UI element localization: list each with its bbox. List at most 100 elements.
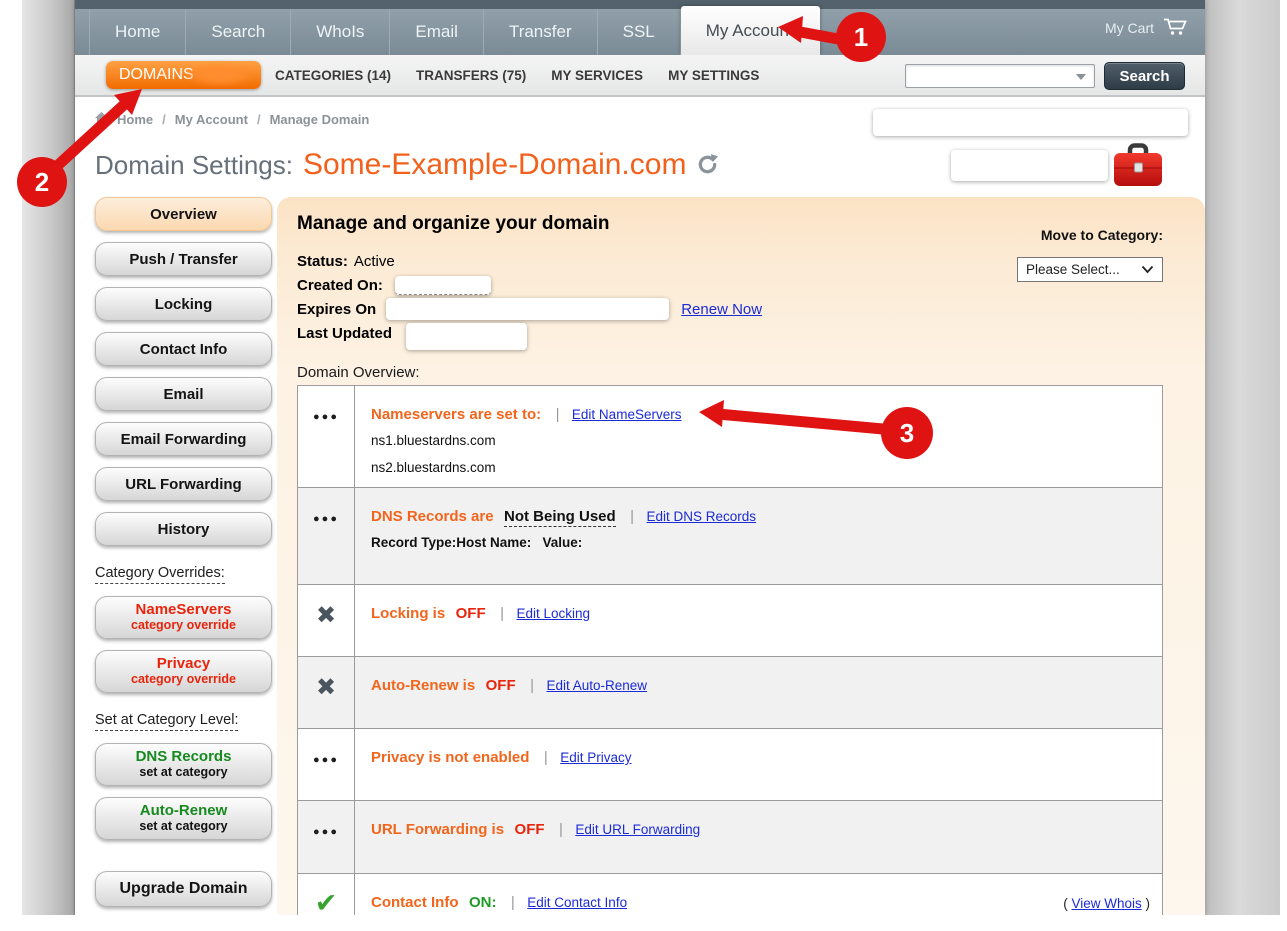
updated-label: Last Updated xyxy=(297,325,392,342)
sidebar-item-overview[interactable]: Overview xyxy=(95,197,272,231)
sub-nav-item-my-services[interactable]: MY SERVICES xyxy=(551,68,643,83)
nav-tab-ssl[interactable]: SSL xyxy=(598,9,681,55)
my-cart-button[interactable]: My Cart xyxy=(1105,17,1189,39)
redaction-box xyxy=(395,276,491,295)
renew-now-link[interactable]: Renew Now xyxy=(681,301,762,318)
category-select[interactable]: Please Select... xyxy=(1017,257,1163,282)
separator: | xyxy=(544,749,548,766)
breadcrumb-manage-domain[interactable]: Manage Domain xyxy=(270,112,370,127)
separator: | xyxy=(530,677,534,694)
pending-dots-icon: ●●● xyxy=(313,754,339,800)
overview-row: ●●● Privacy is not enabled | Edit Privac… xyxy=(298,729,1162,801)
breadcrumb: Home/My Account/Manage Domain xyxy=(95,112,369,127)
edit-dns-records-link[interactable]: Edit DNS Records xyxy=(647,509,757,524)
breadcrumb-my-account[interactable]: My Account xyxy=(175,112,248,127)
status-line: Status: Active xyxy=(297,249,762,273)
row-status: ON: xyxy=(469,894,497,911)
category-select-value: Please Select... xyxy=(1026,262,1120,277)
redaction-box xyxy=(951,150,1108,181)
page: HomeSearchWhoIsEmailTransferSSLMy Accoun… xyxy=(0,0,1287,931)
sidebar-item-locking[interactable]: Locking xyxy=(95,287,272,321)
off-x-icon: ✖ xyxy=(316,673,336,728)
sidebar-item-history[interactable]: History xyxy=(95,512,272,546)
status-label: Status: xyxy=(297,253,348,270)
category-title: Auto-Renew xyxy=(140,803,228,820)
row-content-cell: Privacy is not enabled | Edit Privacy xyxy=(355,729,1162,800)
sidebar-item-dns-records[interactable]: DNS Recordsset at category xyxy=(95,743,272,786)
chevron-down-icon xyxy=(1076,74,1086,80)
sidebar-item-nameservers[interactable]: NameServerscategory override xyxy=(95,596,272,639)
row-status: Not Being Used xyxy=(504,508,616,527)
breadcrumb-separator: / xyxy=(257,112,261,127)
move-to-category-label: Move to Category: xyxy=(1041,227,1163,243)
separator: | xyxy=(556,406,560,423)
sub-nav-item-domains-active[interactable]: DOMAINS xyxy=(106,61,261,89)
edit-contact-info-link[interactable]: Edit Contact Info xyxy=(527,895,627,910)
row-status: OFF xyxy=(515,821,545,838)
nav-tab-search[interactable]: Search xyxy=(186,9,291,55)
view-whois-link[interactable]: View Whois xyxy=(1071,896,1141,911)
home-icon xyxy=(95,112,108,127)
nameserver-line: ns1.bluestardns.com xyxy=(371,431,1148,451)
domain-overview-label: Domain Overview: xyxy=(297,364,420,381)
category-subtitle: set at category xyxy=(139,766,227,780)
toolbox-icon[interactable] xyxy=(1112,142,1164,194)
overview-row: ●●● URL Forwarding is OFF | Edit URL For… xyxy=(298,801,1162,874)
sub-nav-item-my-settings[interactable]: MY SETTINGS xyxy=(668,68,759,83)
chevron-down-icon xyxy=(1141,265,1154,274)
search-button[interactable]: Search xyxy=(1104,62,1185,90)
overview-row: ✖ Locking is OFF | Edit Locking xyxy=(298,585,1162,657)
pending-dots-icon: ●●● xyxy=(313,513,339,584)
domain-overview-table: ●●● Nameservers are set to: | Edit NameS… xyxy=(297,385,1163,915)
status-block: Status: Active Created On: Expires On Re… xyxy=(297,249,762,345)
nav-tab-transfer[interactable]: Transfer xyxy=(484,9,598,55)
domain-search-combobox[interactable] xyxy=(905,64,1095,88)
overview-row: ✔ Contact Info ON: | Edit Contact Info (… xyxy=(298,874,1162,915)
edit-url-forwarding-link[interactable]: Edit URL Forwarding xyxy=(575,822,700,837)
sub-nav-items: DOMAINS CATEGORIES (14) TRANSFERS (75) MY S… xyxy=(106,55,759,95)
upgrade-domain-button[interactable]: Upgrade Domain xyxy=(95,871,272,907)
bottom-gutter xyxy=(0,915,1287,931)
sidebar-item-privacy[interactable]: Privacycategory override xyxy=(95,650,272,693)
sidebar-item-push-transfer[interactable]: Push / Transfer xyxy=(95,242,272,276)
sub-nav-item-categories-14[interactable]: CATEGORIES (14) xyxy=(275,68,391,83)
nameserver-line: ns2.bluestardns.com xyxy=(371,458,1148,478)
refresh-icon[interactable] xyxy=(696,153,719,181)
edit-nameservers-link[interactable]: Edit NameServers xyxy=(572,407,682,422)
nav-tab-email[interactable]: Email xyxy=(390,9,484,55)
row-content-cell: Auto-Renew is OFF | Edit Auto-Renew xyxy=(355,657,1162,728)
edit-locking-link[interactable]: Edit Locking xyxy=(516,606,590,621)
row-title: Privacy is not enabled xyxy=(371,749,529,766)
nav-tab-home[interactable]: Home xyxy=(89,9,186,55)
row-title: Auto-Renew is xyxy=(371,677,475,694)
sub-nav-item-transfers-75[interactable]: TRANSFERS (75) xyxy=(416,68,526,83)
top-navbar: HomeSearchWhoIsEmailTransferSSLMy Accoun… xyxy=(75,0,1205,55)
sidebar-item-email-forwarding[interactable]: Email Forwarding xyxy=(95,422,272,456)
page-content: HomeSearchWhoIsEmailTransferSSLMy Accoun… xyxy=(75,0,1205,915)
nav-tab-whois[interactable]: WhoIs xyxy=(291,9,390,55)
edit-privacy-link[interactable]: Edit Privacy xyxy=(560,750,631,765)
sub-navbar: DOMAINS CATEGORIES (14) TRANSFERS (75) MY S… xyxy=(75,55,1205,97)
sidebar-item-contact-info[interactable]: Contact Info xyxy=(95,332,272,366)
created-label: Created On: xyxy=(297,277,383,294)
left-gutter xyxy=(22,0,75,915)
record-headers: Record Type:Host Name: Value: xyxy=(371,535,1148,550)
row-title: Contact Info xyxy=(371,894,459,911)
top-dark-strip xyxy=(75,0,1205,9)
row-title: Locking is xyxy=(371,605,445,622)
expires-line: Expires On Renew Now xyxy=(297,297,762,321)
override-subtitle: category override xyxy=(131,619,236,633)
separator: | xyxy=(511,894,515,911)
sidebar-item-url-forwarding[interactable]: URL Forwarding xyxy=(95,467,272,501)
breadcrumb-home[interactable]: Home xyxy=(117,112,153,127)
sidebar-item-auto-renew[interactable]: Auto-Renewset at category xyxy=(95,797,272,840)
redaction-box xyxy=(406,323,527,350)
sidebar-item-email[interactable]: Email xyxy=(95,377,272,411)
cart-icon xyxy=(1163,17,1189,39)
separator: | xyxy=(559,821,563,838)
edit-auto-renew-link[interactable]: Edit Auto-Renew xyxy=(546,678,647,693)
expires-label: Expires On xyxy=(297,301,376,318)
row-extra: ns1.bluestardns.com ns2.bluestardns.com xyxy=(371,431,1148,477)
row-icon-cell: ✖ xyxy=(298,585,355,656)
nav-tab-my-account[interactable]: My Account xyxy=(681,6,820,55)
